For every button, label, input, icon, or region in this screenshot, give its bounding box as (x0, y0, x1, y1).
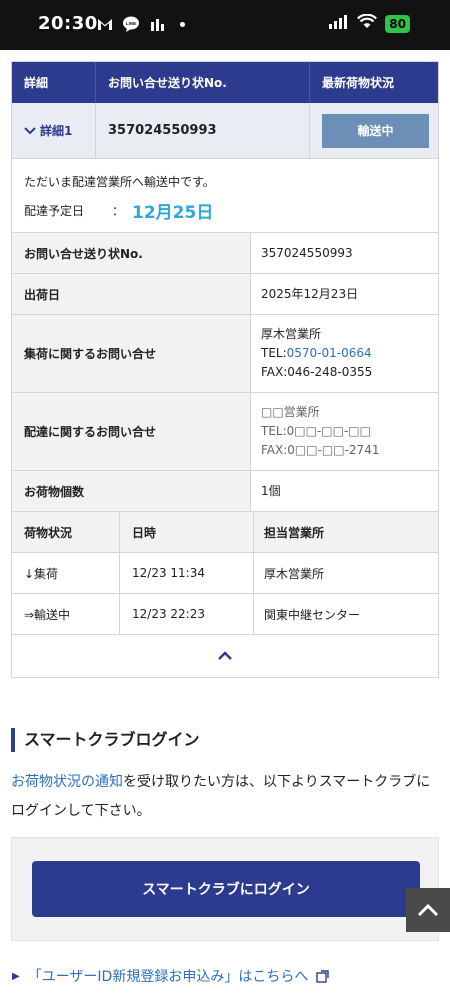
history-status: ↓集荷 (24, 566, 59, 581)
chevron-up-icon (218, 651, 232, 660)
status-bar: 20:30 LINE 80 (0, 0, 450, 50)
line-icon: LINE (122, 15, 140, 33)
tracking-table: 詳細 お問い合せ送り状No. 最新荷物状況 詳細1 357024550993 輸… (11, 61, 439, 678)
history-header-office: 担当営業所 (253, 512, 438, 552)
detail-label: 詳細1 (40, 124, 73, 138)
login-box: スマートクラブにログイン (11, 837, 439, 941)
info-row-pickup-contact: 集荷に関するお問い合せ 厚木営業所 TEL:0570-01-0664 FAX:0… (12, 315, 438, 393)
history-header: 荷物状況 日時 担当営業所 (12, 512, 438, 553)
info-key: 配達に関するお問い合せ (12, 393, 251, 470)
gmail-icon (96, 15, 114, 33)
info-value: 1個 (251, 471, 438, 511)
info-row-ship-date: 出荷日 2025年12月23日 (12, 274, 438, 315)
battery-indicator: 80 (385, 14, 410, 33)
history-datetime: 12/23 11:34 (119, 553, 253, 593)
history-row: ↓集荷 12/23 11:34 厚木営業所 (12, 553, 438, 594)
detail-tracking-no: 357024550993 (95, 103, 309, 158)
triangle-right-icon: ▶ (12, 970, 20, 982)
info-value: 2025年12月23日 (251, 274, 438, 314)
fax-line: FAX:046-248-0355 (261, 365, 373, 379)
register-link[interactable]: ▶ 「ユーザーID新規登録お申込み」はこちらへ (12, 966, 330, 986)
delivery-date-colon: ： (112, 204, 125, 218)
clock: 20:30 (38, 13, 98, 34)
status-cell: 輸送中 (309, 103, 438, 158)
register-link-text: 「ユーザーID新規登録お申込み」はこちらへ (27, 969, 309, 985)
notification-icons: LINE (96, 15, 185, 33)
history-datetime: 12/23 22:23 (119, 594, 253, 634)
external-link-icon (316, 969, 330, 983)
delivery-date-row: 配達予定日 ： 12月25日 (24, 198, 438, 223)
detail-row: 詳細1 357024550993 輸送中 (12, 103, 438, 159)
history-header-datetime: 日時 (119, 512, 253, 552)
chevron-up-icon (417, 903, 439, 917)
table-header: 詳細 お問い合せ送り状No. 最新荷物状況 (12, 62, 438, 103)
status-message: ただいま配達営業所へ輸送中です。 配達予定日 ： 12月25日 (12, 159, 438, 233)
status-text: ただいま配達営業所へ輸送中です。 (24, 175, 215, 189)
info-key: お荷物個数 (12, 471, 251, 511)
wifi-icon (357, 13, 378, 33)
smart-club-description: お荷物状況の通知を受け取りたい方は、以下よりスマートクラブにログインして下さい。 (11, 768, 441, 826)
header-tracking-no: お問い合せ送り状No. (95, 62, 309, 103)
tel-line: TEL:0□□-□□-□□ (261, 424, 371, 438)
notification-link[interactable]: お荷物状況の通知 (11, 774, 123, 790)
tel-label: TEL: (261, 346, 287, 360)
info-line: 357024550993 (261, 245, 353, 260)
signal-icon (329, 14, 349, 33)
delivery-date: 12月25日 (132, 203, 214, 223)
info-key: 集荷に関するお問い合せ (12, 315, 251, 392)
smart-club-title: スマートクラブログイン (11, 728, 200, 752)
info-key: お問い合せ送り状No. (12, 233, 251, 273)
status-button[interactable]: 輸送中 (322, 113, 429, 148)
header-detail: 詳細 (24, 76, 49, 90)
history-row: ⇒輸送中 12/23 22:23 関東中継センター (12, 594, 438, 635)
office-name: 厚木営業所 (261, 327, 322, 341)
history-office: 厚木営業所 (253, 553, 438, 593)
office-name: □□営業所 (261, 405, 320, 419)
smart-club-login-button[interactable]: スマートクラブにログイン (32, 861, 420, 917)
info-value: 357024550993 (251, 233, 438, 273)
tel-link[interactable]: 0570-01-0664 (287, 346, 372, 360)
info-row-package-count: お荷物個数 1個 (12, 471, 438, 512)
info-value: □□営業所 TEL:0□□-□□-□□ FAX:0□□-□□-2741 (251, 393, 438, 470)
info-row-tracking-no: お問い合せ送り状No. 357024550993 (12, 233, 438, 274)
delivery-date-label: 配達予定日 (24, 204, 85, 218)
tel-line: TEL:0570-01-0664 (261, 344, 438, 363)
more-notifications-dot (180, 21, 185, 27)
app-icon (148, 15, 166, 33)
info-value: 厚木営業所 TEL:0570-01-0664 FAX:046-248-0355 (251, 315, 438, 392)
collapse-button[interactable] (12, 635, 438, 677)
info-line: 2025年12月23日 (261, 286, 359, 301)
info-line: 1個 (261, 483, 281, 498)
detail-toggle[interactable]: 詳細1 (12, 103, 95, 158)
fax-line: FAX:0□□-□□-2741 (261, 443, 380, 457)
history-header-status: 荷物状況 (24, 525, 73, 540)
header-latest-status: 最新荷物状況 (309, 62, 438, 103)
history-status: ⇒輸送中 (24, 607, 71, 622)
system-icons: 80 (329, 13, 410, 33)
scroll-to-top-button[interactable] (406, 888, 450, 932)
info-row-delivery-contact: 配達に関するお問い合せ □□営業所 TEL:0□□-□□-□□ FAX:0□□-… (12, 393, 438, 471)
chevron-down-icon (24, 126, 36, 134)
info-key: 出荷日 (12, 274, 251, 314)
history-office: 関東中継センター (253, 594, 438, 634)
svg-text:LINE: LINE (126, 21, 136, 26)
